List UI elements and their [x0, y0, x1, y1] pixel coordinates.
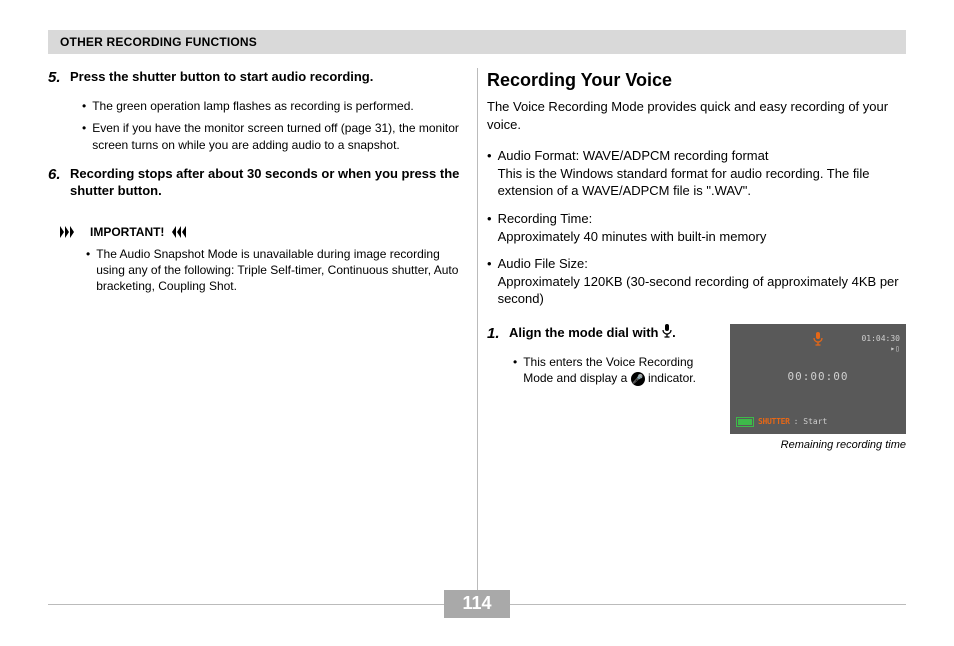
microphone-icon	[662, 324, 672, 343]
right-column: Recording Your Voice The Voice Recording…	[487, 68, 906, 453]
bullet-text: Even if you have the monitor screen turn…	[92, 120, 467, 152]
intro-text: The Voice Recording Mode provides quick …	[487, 98, 906, 133]
list-item: Recording Time: Approximately 40 minutes…	[487, 210, 906, 245]
bullet-text: The Audio Snapshot Mode is unavailable d…	[96, 246, 467, 295]
spec-text: Audio Format: WAVE/ADPCM recording forma…	[498, 147, 906, 200]
step-number: 5.	[48, 68, 70, 88]
important-bullets: The Audio Snapshot Mode is unavailable d…	[86, 246, 467, 295]
step-number: 1.	[487, 324, 509, 344]
spec-list: Audio Format: WAVE/ADPCM recording forma…	[487, 147, 906, 307]
spec-text: Recording Time: Approximately 40 minutes…	[498, 210, 767, 245]
bullet-after: indicator.	[645, 371, 696, 385]
important-heading: IMPORTANT!	[60, 224, 467, 240]
start-label: : Start	[794, 417, 828, 428]
step-text: Recording stops after about 30 seconds o…	[70, 165, 467, 200]
page-number: 114	[444, 590, 509, 618]
page-title: Recording Your Voice	[487, 68, 906, 92]
list-item: This enters the Voice Recording Mode and…	[513, 354, 718, 386]
list-item: Even if you have the monitor screen turn…	[82, 120, 467, 152]
bullet-text: The green operation lamp flashes as reco…	[92, 98, 414, 114]
list-item: Audio Format: WAVE/ADPCM recording forma…	[487, 147, 906, 200]
remaining-time-readout: 01:04:30 ▸▯	[861, 334, 900, 355]
column-divider	[477, 68, 478, 608]
camera-screen-preview: 01:04:30 ▸▯ 00:00:00 SHUTTER : Start	[730, 324, 906, 434]
left-column: 5. Press the shutter button to start aud…	[48, 68, 467, 453]
step-1-bullets: This enters the Voice Recording Mode and…	[513, 354, 718, 386]
shutter-label: SHUTTER	[758, 417, 790, 428]
elapsed-time-readout: 00:00:00	[788, 370, 849, 385]
step-text-after: .	[672, 325, 676, 340]
step-text-before: Align the mode dial with	[509, 325, 662, 340]
step-text: Press the shutter button to start audio …	[70, 68, 373, 88]
spec-text: Audio File Size: Approximately 120KB (30…	[498, 255, 906, 308]
arrows-right-icon	[60, 226, 82, 238]
step-text: Align the mode dial with .	[509, 324, 676, 344]
battery-icon	[736, 417, 754, 427]
list-item: The green operation lamp flashes as reco…	[82, 98, 467, 114]
step-5-bullets: The green operation lamp flashes as reco…	[82, 98, 467, 153]
section-header: OTHER RECORDING FUNCTIONS	[48, 30, 906, 54]
step-1-block: 1. Align the mode dial with . This enter…	[487, 324, 906, 453]
card-icon: ▸▯	[861, 344, 900, 354]
important-label: IMPORTANT!	[90, 224, 164, 240]
page-footer: 114	[48, 590, 906, 618]
list-item: The Audio Snapshot Mode is unavailable d…	[86, 246, 467, 295]
screen-caption: Remaining recording time	[730, 438, 906, 453]
microphone-icon	[813, 332, 823, 350]
list-item: Audio File Size: Approximately 120KB (30…	[487, 255, 906, 308]
step-6: 6. Recording stops after about 30 second…	[48, 165, 467, 200]
screen-preview-wrap: 01:04:30 ▸▯ 00:00:00 SHUTTER : Start Rem…	[730, 324, 906, 453]
bullet-text: This enters the Voice Recording Mode and…	[523, 354, 718, 386]
step-number: 6.	[48, 165, 70, 200]
step-1: 1. Align the mode dial with .	[487, 324, 718, 344]
step-5: 5. Press the shutter button to start aud…	[48, 68, 467, 88]
remaining-time-value: 01:04:30	[861, 334, 900, 344]
microphone-circle-icon: 🎤	[631, 372, 645, 386]
arrows-left-icon	[172, 226, 194, 238]
